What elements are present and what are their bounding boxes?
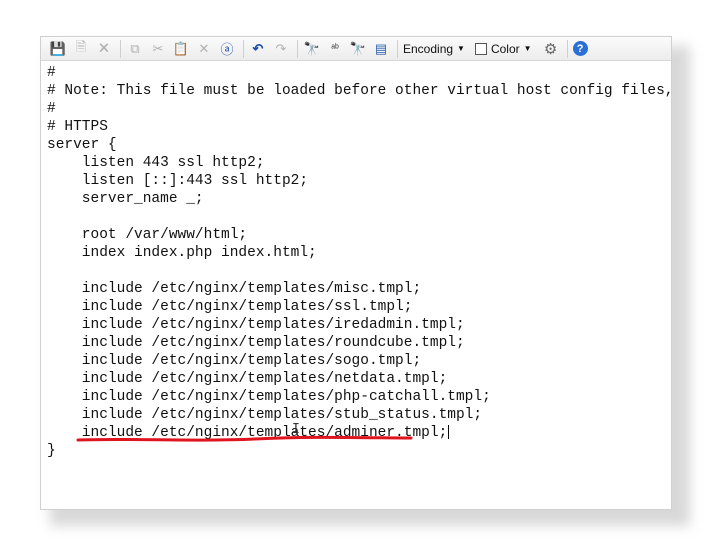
delete-icon[interactable]: ✕ xyxy=(195,40,213,58)
chevron-down-icon: ▼ xyxy=(523,44,532,53)
code-line: include /etc/nginx/templates/roundcube.t… xyxy=(47,335,465,351)
red-underline-stroke xyxy=(76,435,413,442)
code-line: # xyxy=(47,65,56,81)
toolbar-separator xyxy=(566,39,568,58)
code-line: } xyxy=(47,443,56,459)
copy-icon[interactable]: ⧉ xyxy=(126,40,144,58)
save-all-icon[interactable]: 🗎 xyxy=(72,39,90,58)
code-line: index index.php index.html; xyxy=(47,245,317,261)
gear-icon[interactable]: ⚙ xyxy=(542,40,560,58)
save-icon[interactable]: 💾 xyxy=(49,40,67,58)
code-line: root /var/www/html; xyxy=(47,227,248,243)
close-file-icon[interactable]: 🗙 xyxy=(95,39,113,58)
code-line: include /etc/nginx/templates/php-catchal… xyxy=(47,389,491,405)
color-checkbox[interactable] xyxy=(474,42,487,55)
cut-icon[interactable]: ✂ xyxy=(149,40,167,58)
select-all-icon[interactable]: ⓐ xyxy=(218,40,236,58)
code-line: include /etc/nginx/templates/stub_status… xyxy=(47,407,483,423)
undo-icon[interactable]: ↶ xyxy=(249,40,267,58)
code-line: # xyxy=(47,101,56,117)
goto-icon[interactable]: ▤ xyxy=(372,40,390,58)
color-dropdown[interactable]: Color ▼ xyxy=(474,41,532,56)
code-line: listen [::]:443 ssl http2; xyxy=(47,173,309,189)
toolbar-separator xyxy=(297,39,298,58)
toolbar: 💾 🗎 🗙 ⧉ ✂ 📋 ✕ ⓐ ↶ ↷ 🔭 ᵃᵇ 🔭 ▤ Encoding ▼ … xyxy=(41,37,671,61)
code-line: include /etc/nginx/templates/sogo.tmpl; xyxy=(47,353,422,369)
code-line: listen 443 ssl http2; xyxy=(47,155,265,171)
toolbar-separator xyxy=(397,39,398,58)
find-icon[interactable]: 🔭 xyxy=(303,40,321,58)
code-line: include /etc/nginx/templates/misc.tmpl; xyxy=(47,281,422,297)
code-line: server { xyxy=(47,137,117,153)
text-cursor xyxy=(448,425,450,440)
paste-icon[interactable]: 📋 xyxy=(172,40,190,58)
toolbar-separator xyxy=(120,39,121,58)
code-line: include /etc/nginx/templates/netdata.tmp… xyxy=(47,371,448,387)
code-line: include /etc/nginx/templates/iredadmin.t… xyxy=(47,317,465,333)
help-icon[interactable]: ? xyxy=(572,41,588,56)
replace-icon[interactable]: ᵃᵇ xyxy=(326,40,344,58)
code-line: server_name _; xyxy=(47,191,204,207)
toolbar-separator xyxy=(243,39,244,58)
red-underline-annotation xyxy=(76,435,413,442)
encoding-label: Encoding xyxy=(403,41,454,56)
code-line: # Note: This file must be loaded before … xyxy=(47,83,674,99)
find-next-icon[interactable]: 🔭 xyxy=(349,40,367,58)
color-label: Color xyxy=(490,41,520,56)
redo-icon[interactable]: ↷ xyxy=(272,40,290,58)
code-line: include /etc/nginx/templates/ssl.tmpl; xyxy=(47,299,413,315)
code-line: # HTTPS xyxy=(47,119,108,135)
encoding-dropdown[interactable]: Encoding ▼ xyxy=(403,42,465,56)
chevron-down-icon: ▼ xyxy=(457,44,465,53)
